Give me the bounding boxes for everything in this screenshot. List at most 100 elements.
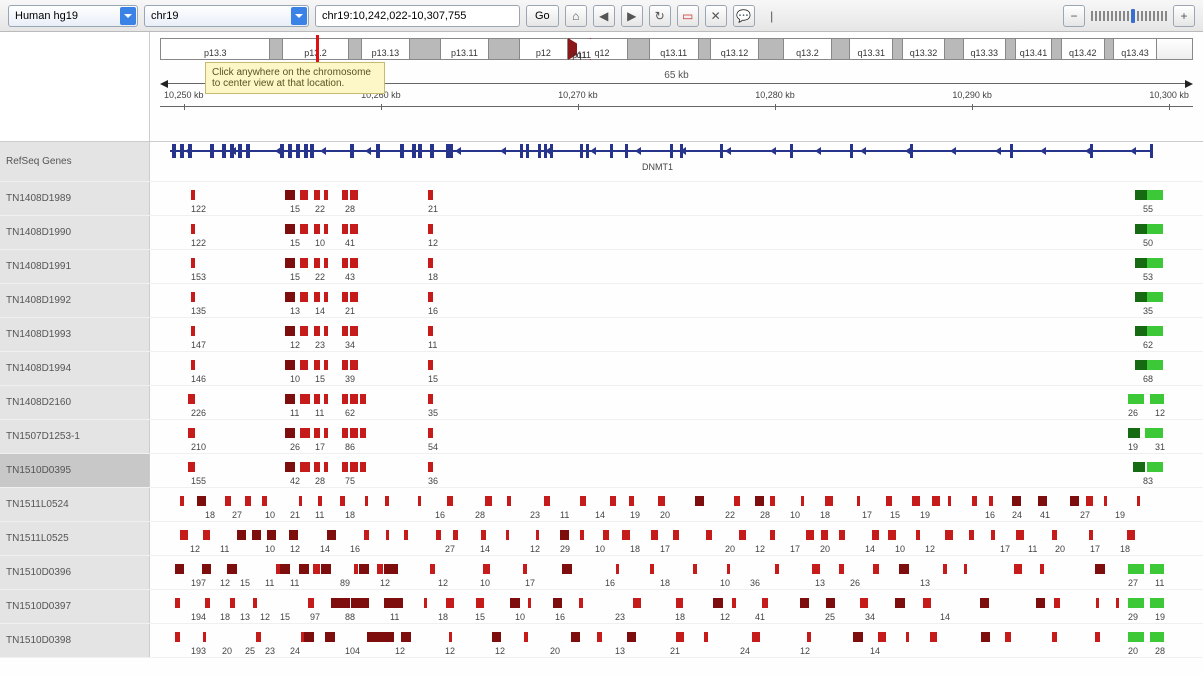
coverage-bar: [350, 428, 358, 438]
coverage-bar: [324, 292, 328, 302]
ideogram-band[interactable]: [699, 39, 711, 59]
genome-select[interactable]: Human hg19: [8, 5, 138, 27]
coverage-bar: [980, 598, 989, 608]
coverage-bar: [191, 462, 195, 472]
coverage-bar: [306, 428, 310, 438]
zoom-slider[interactable]: [1091, 9, 1167, 23]
speech-icon[interactable]: 💬: [733, 5, 755, 27]
track-label[interactable]: TN1511L0525: [0, 522, 150, 555]
track-label[interactable]: TN1507D1253-1: [0, 420, 150, 453]
ideogram-band[interactable]: q13.41: [1016, 39, 1052, 59]
ideogram-band[interactable]: [489, 39, 519, 59]
ideogram-band[interactable]: q13.32: [903, 39, 946, 59]
go-button[interactable]: Go: [526, 5, 559, 27]
coverage-bar: [262, 496, 267, 506]
coverage-bar: [351, 598, 361, 608]
ideogram-band[interactable]: q13.43: [1114, 39, 1157, 59]
ideogram-band[interactable]: [945, 39, 963, 59]
track-label[interactable]: TN1408D1993: [0, 318, 150, 351]
coverage-bar: [886, 496, 892, 506]
track-label[interactable]: TN1408D1992: [0, 284, 150, 317]
coverage-bar: [245, 496, 251, 506]
track-label[interactable]: TN1511L0524: [0, 488, 150, 521]
zoom-out-icon[interactable]: −: [1063, 5, 1085, 27]
chromosome-ideogram[interactable]: p13.3p13.2p13.13p13.11p12p11q11q12q13.11…: [160, 38, 1193, 60]
ideogram-band[interactable]: p13.11: [441, 39, 490, 59]
coverage-bar: [350, 292, 358, 302]
coverage-track[interactable]: 1351314211635: [150, 284, 1203, 317]
ideogram-band[interactable]: [270, 39, 282, 59]
ideogram-band[interactable]: p13.3: [161, 39, 270, 59]
region-icon[interactable]: ▭: [677, 5, 699, 27]
ideogram-band[interactable]: [893, 39, 903, 59]
ideogram-panel[interactable]: p13.3p13.2p13.13p13.11p12p11q11q12q13.11…: [150, 32, 1203, 142]
ideogram-band[interactable]: [1052, 39, 1062, 59]
coverage-bar: [384, 598, 394, 608]
locus-input[interactable]: [315, 5, 520, 27]
refseq-track[interactable]: DNMT1: [150, 142, 1203, 178]
ideogram-band[interactable]: [832, 39, 850, 59]
coverage-bar: [658, 496, 665, 506]
track-label[interactable]: TN1408D1990: [0, 216, 150, 249]
track-label[interactable]: TN1408D1991: [0, 250, 150, 283]
coverage-track[interactable]: 1461015391568: [150, 352, 1203, 385]
track-label[interactable]: TN1408D2160: [0, 386, 150, 419]
coverage-track[interactable]: 1221510411250: [150, 216, 1203, 249]
coverage-bar: [872, 530, 879, 540]
ideogram-band[interactable]: q13.11: [650, 39, 699, 59]
coverage-bar: [912, 496, 920, 506]
track-label[interactable]: TN1408D1989: [0, 182, 150, 215]
coverage-track[interactable]: 1211101214162714122910181720121720141012…: [150, 522, 1203, 555]
clear-icon[interactable]: ✕: [705, 5, 727, 27]
ideogram-band[interactable]: [628, 39, 650, 59]
coverage-bar: [695, 496, 704, 506]
coverage-bar: [393, 598, 403, 608]
refresh-icon[interactable]: ↻: [649, 5, 671, 27]
coverage-bar: [1052, 632, 1057, 642]
coverage-track[interactable]: 1827102111181628231114192022281018171519…: [150, 488, 1203, 521]
coverage-bar: [616, 564, 619, 574]
coverage-track[interactable]: 1471223341162: [150, 318, 1203, 351]
ideogram-band[interactable]: [349, 39, 361, 59]
coverage-track[interactable]: 1554228753683: [150, 454, 1203, 487]
coverage-track[interactable]: 210261786541931: [150, 420, 1203, 453]
track-label[interactable]: TN1510D0398: [0, 624, 150, 657]
coverage-track[interactable]: 193202523241041212122013212412142028: [150, 624, 1203, 657]
track-label[interactable]: TN1408D1994: [0, 352, 150, 385]
ideogram-band[interactable]: p13.13: [362, 39, 411, 59]
coverage-bar: [324, 394, 328, 404]
ideogram-band[interactable]: q13.31: [850, 39, 893, 59]
coverage-bar: [1012, 496, 1021, 506]
tracks-panel[interactable]: RefSeq Genes DNMT1 TN1408D19891221522282…: [0, 142, 1203, 675]
coverage-bar: [800, 598, 809, 608]
ideogram-band[interactable]: [410, 39, 440, 59]
coverage-bar: [342, 224, 348, 234]
coverage-track[interactable]: 1531522431853: [150, 250, 1203, 283]
ideogram-band[interactable]: [759, 39, 783, 59]
ideogram-band[interactable]: q13.33: [964, 39, 1007, 59]
zoom-in-icon[interactable]: +: [1173, 5, 1195, 27]
ideogram-band[interactable]: q13.42: [1062, 39, 1105, 59]
ideogram-band[interactable]: q13.12: [711, 39, 760, 59]
home-icon[interactable]: ⌂: [565, 5, 587, 27]
ideogram-band[interactable]: [1006, 39, 1016, 59]
coverage-bar: [704, 632, 708, 642]
coverage-bar: [314, 360, 320, 370]
forward-icon[interactable]: ▶: [621, 5, 643, 27]
track-label[interactable]: TN1510D0395: [0, 454, 150, 487]
back-icon[interactable]: ◀: [593, 5, 615, 27]
coverage-bar: [324, 360, 328, 370]
coverage-bar: [327, 530, 336, 540]
ideogram-band[interactable]: q13.2: [784, 39, 833, 59]
chromosome-select[interactable]: chr19: [144, 5, 309, 27]
coverage-bar-green: [1147, 224, 1163, 234]
ideogram-band[interactable]: [1105, 39, 1115, 59]
coverage-track[interactable]: 1221522282155: [150, 182, 1203, 215]
coverage-track[interactable]: 226111162352612: [150, 386, 1203, 419]
track-label[interactable]: TN1510D0396: [0, 556, 150, 589]
coverage-track[interactable]: 1941813121597881118151016231812412534142…: [150, 590, 1203, 623]
coverage-track[interactable]: 197121511118912121017161810361326132711: [150, 556, 1203, 589]
track-label[interactable]: TN1510D0397: [0, 590, 150, 623]
coverage-bar: [449, 632, 452, 642]
ideogram-band[interactable]: p12: [520, 39, 569, 59]
